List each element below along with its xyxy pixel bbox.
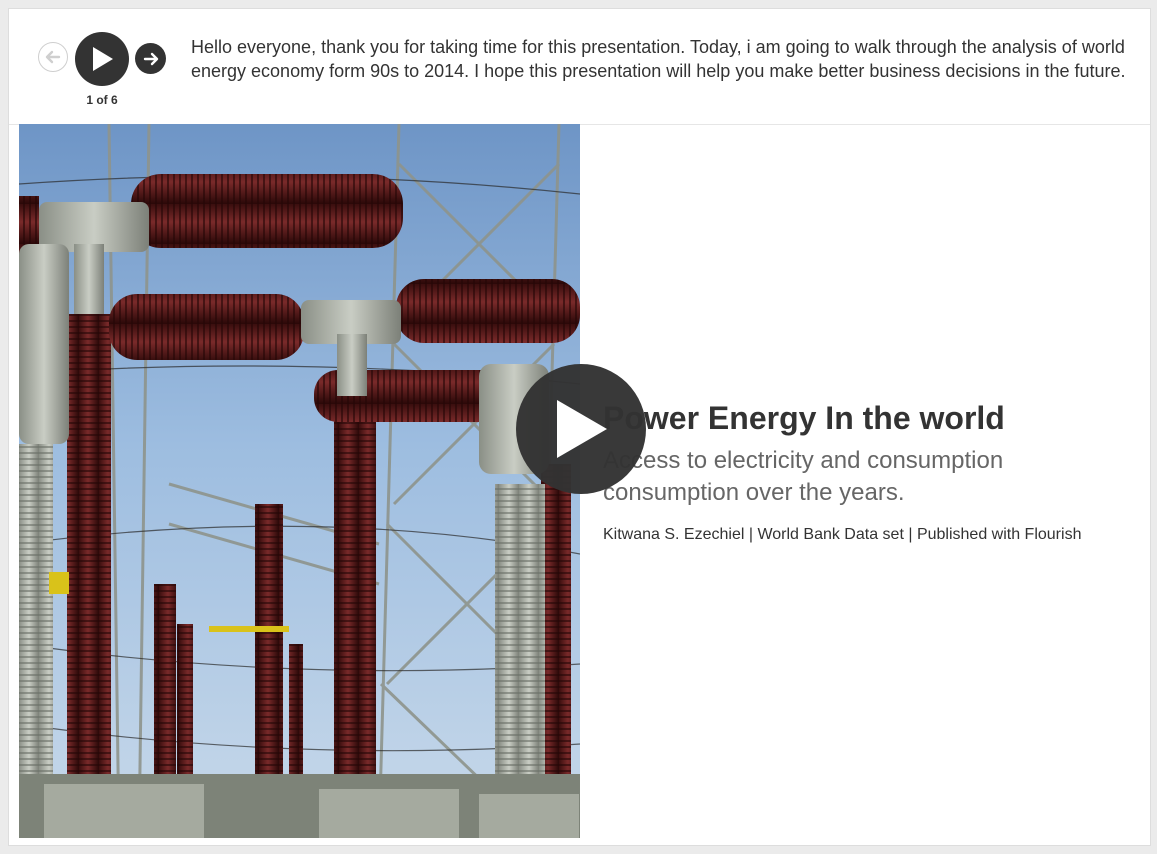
arrow-left-icon bbox=[45, 50, 61, 64]
play-icon bbox=[557, 400, 607, 458]
center-play-button[interactable] bbox=[516, 364, 646, 494]
play-button[interactable] bbox=[75, 32, 129, 86]
next-button[interactable] bbox=[135, 43, 166, 74]
slide-caption: Hello everyone, thank you for taking tim… bbox=[191, 37, 1126, 81]
substation-illustration bbox=[19, 124, 580, 838]
slide-text-panel: Power Energy In the world Access to elec… bbox=[603, 399, 1143, 545]
controls-bar: 1 of 6 Hello everyone, thank you for tak… bbox=[9, 9, 1150, 125]
slide-subtitle: Access to electricity and consumption co… bbox=[603, 447, 1004, 506]
previous-button[interactable] bbox=[38, 42, 68, 72]
slide-counter: 1 of 6 bbox=[86, 93, 118, 107]
presentation-frame: 1 of 6 Hello everyone, thank you for tak… bbox=[8, 8, 1151, 846]
slide-title: Power Energy In the world bbox=[603, 400, 1005, 436]
slide-credit: Kitwana S. Ezechiel | World Bank Data se… bbox=[603, 526, 1082, 543]
power-substation-photo bbox=[19, 124, 580, 838]
arrow-right-icon bbox=[143, 52, 158, 65]
play-icon bbox=[93, 47, 113, 71]
